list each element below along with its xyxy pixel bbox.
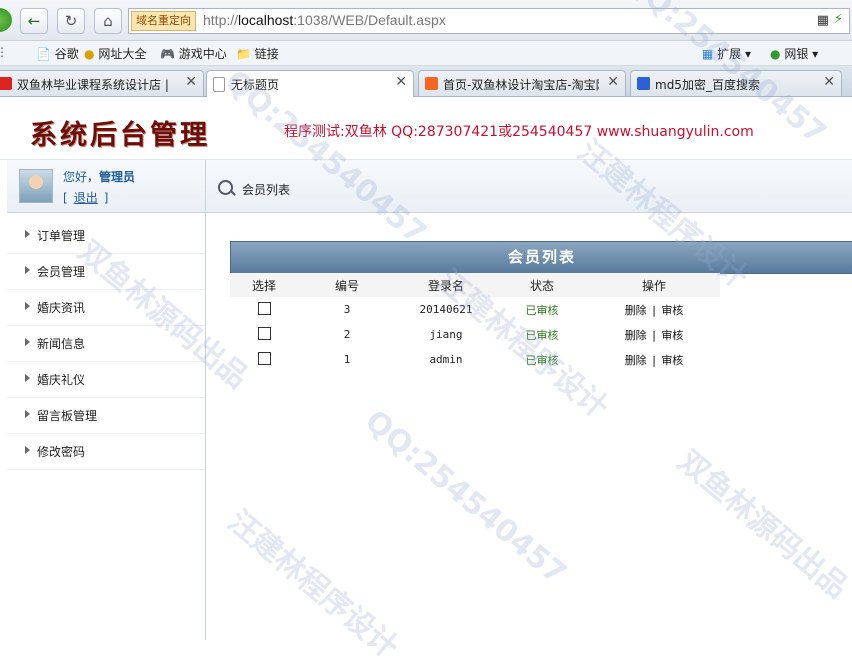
- column-header: 编号: [298, 273, 396, 297]
- tab-shop[interactable]: 双鱼林毕业课程系统设计店 | ✕: [0, 70, 204, 96]
- arrow-right-icon: [25, 338, 30, 346]
- browser-toolbar: ← ↻ ⌂ 域名重定向 http://localhost:1038/WEB/De…: [0, 0, 852, 41]
- qrcode-icon[interactable]: ▦: [817, 13, 829, 28]
- close-icon[interactable]: ✕: [607, 74, 619, 90]
- bookmarks-bar: ⋮ 📄 谷歌 ● 网址大全 🎮 游戏中心 📁 链接 ▦ 扩展 ▾ ● 网银 ▾: [0, 41, 852, 66]
- arrow-right-icon: [25, 410, 30, 418]
- sidebar: 您好，管理员 [退出] 订单管理 会员管理 婚庆资讯 新闻信息 婚庆礼仪 留言板…: [7, 160, 206, 640]
- sidebar-item-orders[interactable]: 订单管理: [7, 218, 205, 254]
- user-panel: 您好，管理员 [退出]: [7, 160, 205, 213]
- browser-logo-icon: [0, 8, 12, 32]
- logout-area: [退出]: [63, 191, 109, 205]
- user-name: 管理员: [99, 170, 136, 184]
- member-login: 20140621: [419, 303, 473, 316]
- tab-strip: 双鱼林毕业课程系统设计店 | ✕ 无标题页 ✕ 首页-双鱼林设计淘宝店-淘宝网 …: [0, 66, 852, 97]
- arrow-right-icon: [25, 446, 30, 454]
- row-checkbox[interactable]: [257, 301, 271, 315]
- refresh-button[interactable]: ↻: [57, 8, 85, 34]
- sidebar-item-news[interactable]: 新闻信息: [7, 326, 205, 362]
- close-icon[interactable]: ✕: [185, 74, 197, 90]
- url-bar[interactable]: 域名重定向 http://localhost:1038/WEB/Default.…: [128, 8, 850, 34]
- arrow-right-icon: [25, 230, 30, 238]
- tab-baidu[interactable]: md5加密_百度搜索 ✕: [630, 70, 842, 96]
- search-icon: [218, 180, 233, 195]
- lightning-icon[interactable]: ⚡: [834, 12, 843, 27]
- member-login: jiang: [429, 328, 463, 341]
- close-icon[interactable]: ✕: [823, 74, 835, 90]
- redirect-badge: 域名重定向: [131, 11, 196, 31]
- bookmark-games[interactable]: 🎮 游戏中心: [160, 45, 227, 62]
- sidebar-item-change-password[interactable]: 修改密码: [7, 434, 205, 470]
- member-id: 2: [343, 328, 351, 341]
- close-icon[interactable]: ✕: [395, 74, 407, 90]
- member-status: 已审核: [525, 353, 559, 367]
- row-checkbox[interactable]: [257, 326, 271, 340]
- column-header: 状态: [496, 273, 588, 297]
- member-id: 1: [343, 353, 351, 366]
- bookmark-links[interactable]: 📁 链接: [236, 45, 279, 62]
- breadcrumb: 会员列表: [206, 160, 852, 213]
- bookmark-hao123[interactable]: ● 网址大全: [84, 45, 146, 62]
- table-row: 1 admin 已审核 删除 | 审核: [230, 347, 720, 372]
- member-id: 3: [343, 303, 351, 316]
- table-row: 3 20140621 已审核 删除 | 审核: [230, 297, 720, 322]
- web-page: 系统后台管理 程序测试:双鱼林 QQ:287307421或254540457 w…: [0, 97, 852, 640]
- url-text[interactable]: http://localhost:1038/WEB/Default.aspx: [203, 12, 446, 28]
- site-tagline: 程序测试:双鱼林 QQ:287307421或254540457 www.shua…: [284, 124, 754, 140]
- greeting: 您好，管理员: [63, 170, 136, 184]
- member-table: 选择 编号 登录名 状态 操作 3 20140621 已审核 删除|审核 2: [230, 273, 720, 372]
- member-status: 已审核: [525, 303, 559, 317]
- column-header: 操作: [588, 273, 720, 297]
- sidebar-item-members[interactable]: 会员管理: [7, 254, 205, 290]
- table-title: 会员列表: [230, 241, 852, 274]
- taobao-icon: [425, 77, 438, 90]
- sidebar-item-guestbook[interactable]: 留言板管理: [7, 398, 205, 434]
- bookmark-overflow-icon[interactable]: ⋮: [0, 45, 8, 59]
- delete-link[interactable]: 删除: [623, 304, 649, 317]
- avatar: [19, 169, 53, 203]
- member-login: admin: [429, 353, 463, 366]
- table-header-row: 选择 编号 登录名 状态 操作: [230, 273, 720, 297]
- main-content: 会员列表 选择 编号 登录名 状态 操作 3 20140621 已审核 删除 | 审…: [206, 213, 852, 640]
- home-button[interactable]: ⌂: [94, 8, 122, 34]
- back-button[interactable]: ←: [20, 8, 48, 34]
- arrow-right-icon: [25, 302, 30, 310]
- breadcrumb-label: 会员列表: [242, 183, 291, 197]
- sidebar-item-etiquette[interactable]: 婚庆礼仪: [7, 362, 205, 398]
- sidebar-menu: 订单管理 会员管理 婚庆资讯 新闻信息 婚庆礼仪 留言板管理 修改密码: [7, 218, 205, 470]
- column-header: 选择: [230, 273, 298, 297]
- arrow-right-icon: [25, 374, 30, 382]
- delete-link[interactable]: 删除: [623, 354, 649, 367]
- audit-link[interactable]: 审核: [659, 329, 685, 342]
- page-icon: [213, 77, 225, 92]
- tab-untitled[interactable]: 无标题页 ✕: [206, 70, 414, 97]
- tab-favicon-icon: [0, 77, 12, 90]
- table-row: 2 jiang 已审核 删除 | 审核: [230, 322, 720, 347]
- row-checkbox[interactable]: [257, 351, 271, 365]
- site-title: 系统后台管理: [30, 120, 210, 151]
- baidu-paw-icon: [637, 77, 650, 90]
- column-header: 登录名: [396, 273, 496, 297]
- logout-link[interactable]: 退出: [68, 191, 104, 205]
- extensions-button[interactable]: ▦ 扩展 ▾: [702, 45, 751, 62]
- bookmark-google[interactable]: 📄 谷歌: [36, 45, 79, 62]
- audit-link[interactable]: 审核: [659, 304, 685, 317]
- site-header: 系统后台管理 程序测试:双鱼林 QQ:287307421或254540457 w…: [0, 97, 852, 160]
- tab-taobao[interactable]: 首页-双鱼林设计淘宝店-淘宝网 ✕: [418, 70, 626, 96]
- arrow-right-icon: [25, 266, 30, 274]
- sidebar-item-wedding-news[interactable]: 婚庆资讯: [7, 290, 205, 326]
- wallet-button[interactable]: ● 网银 ▾: [770, 45, 818, 62]
- member-status: 已审核: [525, 328, 559, 342]
- audit-link[interactable]: 审核: [659, 354, 685, 367]
- delete-link[interactable]: 删除: [623, 329, 649, 342]
